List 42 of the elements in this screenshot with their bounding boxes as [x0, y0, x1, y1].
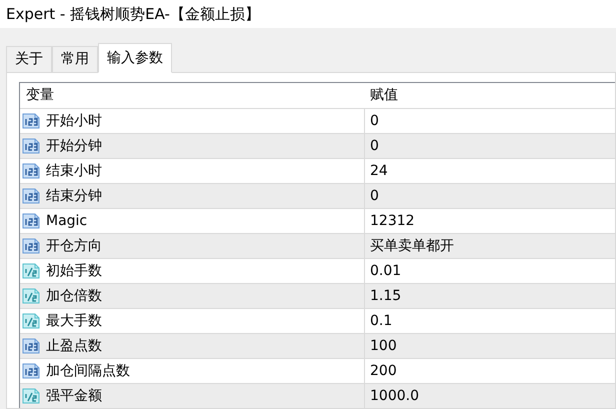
variable-cell-text: 结束小时	[46, 162, 102, 180]
variable-cell-text: Magic	[46, 212, 88, 230]
integer-type-icon	[22, 137, 40, 155]
value-cell[interactable]: 0	[365, 110, 379, 132]
tab[interactable]: 输入参数	[98, 43, 172, 73]
integer-type-icon	[22, 212, 40, 230]
value-cell[interactable]: 买单卖单都开	[365, 236, 454, 256]
fraction-type-icon	[22, 287, 40, 305]
fraction-type-icon	[22, 262, 40, 280]
variable-cell-text: 止盈点数	[46, 336, 102, 356]
value-cell[interactable]: 0	[365, 136, 379, 156]
value-cell[interactable]: 100	[365, 336, 397, 356]
value-cell[interactable]: 0	[365, 186, 379, 206]
value-cell[interactable]: 12312	[365, 210, 415, 232]
tab[interactable]: 关于	[6, 46, 52, 72]
integer-type-icon	[22, 162, 40, 180]
value-cell[interactable]: 1000.0	[365, 386, 419, 406]
variable-cell-text: 开始分钟	[46, 136, 102, 156]
column-header[interactable]: 变量	[20, 85, 365, 106]
variable-cell-text: 结束分钟	[46, 186, 102, 206]
value-cell[interactable]: 200	[365, 360, 397, 382]
variable-cell-text: 初始手数	[46, 262, 102, 280]
variable-cell-text: 开仓方向	[46, 236, 102, 256]
fraction-type-icon	[22, 312, 40, 330]
window-title: Expert - 摇钱树顺势EA-【金额止损】	[6, 4, 260, 25]
value-cell[interactable]: 0.01	[365, 260, 402, 282]
variable-cell-text: 最大手数	[46, 312, 102, 330]
column-header[interactable]: 赋值	[365, 85, 398, 106]
integer-type-icon	[22, 337, 40, 355]
fraction-type-icon	[22, 387, 40, 405]
value-cell[interactable]: 24	[365, 160, 388, 182]
integer-type-icon	[22, 362, 40, 380]
integer-type-icon	[22, 112, 40, 130]
value-cell[interactable]: 1.15	[365, 286, 402, 306]
variable-cell-text: 加仓倍数	[46, 286, 102, 306]
variable-cell-text: 开始小时	[46, 112, 102, 130]
integer-type-icon	[22, 237, 40, 255]
variable-cell-text: 强平金额	[46, 386, 102, 406]
integer-type-icon	[22, 187, 40, 205]
value-cell[interactable]: 0.1	[365, 310, 392, 332]
variable-cell-text: 加仓间隔点数	[46, 362, 130, 380]
tab[interactable]: 常用	[52, 46, 98, 72]
